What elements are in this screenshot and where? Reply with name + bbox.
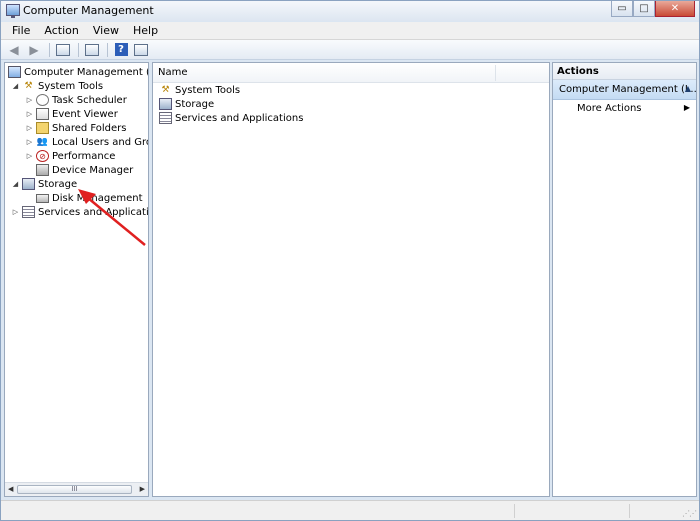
- services-icon: [159, 112, 172, 124]
- disk-icon: [36, 193, 49, 203]
- computer-icon: [8, 66, 21, 78]
- action-group-label: Computer Management (L...: [559, 84, 697, 95]
- tree-item-label: Shared Folders: [52, 122, 127, 134]
- back-arrow-icon[interactable]: ◀: [5, 42, 23, 58]
- list-item-label: System Tools: [175, 84, 241, 96]
- list-item[interactable]: Services and Applications: [157, 111, 303, 125]
- tree-item-shared-folders[interactable]: ▷ Shared Folders: [25, 121, 127, 135]
- minimize-button[interactable]: ▭: [611, 1, 633, 17]
- tree-item-label: Disk Management: [52, 192, 143, 204]
- collapse-icon[interactable]: ◢: [11, 82, 20, 90]
- toolbar-separator: [107, 42, 108, 57]
- menu-action[interactable]: Action: [37, 24, 85, 37]
- toolbar-separator: [49, 42, 50, 57]
- expand-icon[interactable]: ▷: [25, 124, 34, 132]
- show-hide-console-tree-button[interactable]: [54, 42, 72, 58]
- tree-item-label: Event Viewer: [52, 108, 118, 120]
- export-list-button[interactable]: [83, 42, 101, 58]
- tree-item-label: System Tools: [38, 80, 104, 92]
- tree-item-label: Task Scheduler: [52, 94, 127, 106]
- scroll-left-icon[interactable]: ◀: [8, 485, 13, 493]
- menu-file[interactable]: File: [5, 24, 37, 37]
- status-bar: ⋰⋰: [1, 500, 699, 520]
- tools-icon: ⚒: [161, 85, 170, 95]
- list-item[interactable]: Storage: [157, 97, 214, 111]
- expand-icon[interactable]: ▷: [25, 138, 34, 146]
- action-group-computer-management[interactable]: Computer Management (L... ▲: [553, 80, 696, 100]
- menu-view[interactable]: View: [86, 24, 126, 37]
- tree-item-task-scheduler[interactable]: ▷ Task Scheduler: [25, 93, 127, 107]
- tree-item-event-viewer[interactable]: ▷ Event Viewer: [25, 107, 118, 121]
- tree-item-services-and-applications[interactable]: ▷ Services and Applications: [11, 205, 149, 219]
- status-section: [514, 504, 515, 518]
- clock-icon: [36, 94, 49, 106]
- tree-item-label: Services and Applications: [38, 206, 149, 218]
- show-hide-action-pane-button[interactable]: [132, 42, 150, 58]
- window-controls: ▭ □ ✕: [611, 1, 695, 17]
- tree-item-performance[interactable]: ▷ ⊘ Performance: [25, 149, 115, 163]
- collapse-icon[interactable]: ◢: [11, 180, 20, 188]
- device-manager-icon: [36, 164, 49, 176]
- tree-item-label: Local Users and Groups: [52, 136, 148, 148]
- computer-management-icon: [6, 4, 20, 18]
- column-header-name[interactable]: Name: [158, 67, 188, 78]
- users-icon: 👥: [36, 137, 49, 147]
- tree-item-disk-management[interactable]: Disk Management: [34, 191, 143, 205]
- help-button[interactable]: ?: [112, 42, 130, 58]
- toolbar-separator: [78, 42, 79, 57]
- column-divider[interactable]: [495, 65, 496, 81]
- expand-icon[interactable]: ▷: [11, 208, 20, 216]
- console-tree-icon: [56, 43, 70, 56]
- toolbar: ◀ ▶ ?: [1, 40, 699, 60]
- expand-icon[interactable]: ▷: [25, 96, 34, 104]
- content-pane[interactable]: Name ⚒ System Tools Storage Services and…: [152, 62, 550, 497]
- actions-header: Actions: [553, 63, 696, 80]
- storage-icon: [159, 98, 172, 110]
- console-tree[interactable]: Computer Management (Local ◢ ⚒ System To…: [4, 62, 149, 497]
- list-item-label: Storage: [175, 98, 215, 110]
- tree-item-computer-management[interactable]: Computer Management (Local: [6, 65, 148, 79]
- expand-icon[interactable]: ▷: [25, 110, 34, 118]
- storage-icon: [22, 178, 35, 190]
- collapse-up-icon[interactable]: ▲: [685, 84, 691, 93]
- title-bar[interactable]: Computer Management ▭ □ ✕: [1, 1, 699, 21]
- status-section: [629, 504, 630, 518]
- menu-bar: File Action View Help: [1, 22, 699, 40]
- forward-arrow-icon[interactable]: ▶: [25, 42, 43, 58]
- expand-icon[interactable]: ▷: [25, 152, 34, 160]
- tree-item-storage[interactable]: ◢ Storage: [11, 177, 77, 191]
- window-title: Computer Management: [23, 4, 154, 17]
- app-window: Computer Management ▭ □ ✕ File Action Vi…: [0, 0, 700, 521]
- shared-folder-icon: [36, 122, 49, 134]
- action-pane-icon: [134, 43, 148, 56]
- list-item[interactable]: ⚒ System Tools: [157, 83, 240, 97]
- tree-item-label: Performance: [52, 150, 116, 162]
- actions-pane: Actions Computer Management (L... ▲ More…: [552, 62, 697, 497]
- more-actions-item[interactable]: More Actions: [577, 103, 642, 114]
- event-viewer-icon: [36, 108, 49, 120]
- help-icon: ?: [114, 43, 128, 56]
- close-button[interactable]: ✕: [655, 1, 695, 17]
- submenu-arrow-icon[interactable]: ▶: [684, 103, 690, 112]
- tree-item-system-tools[interactable]: ◢ ⚒ System Tools: [11, 79, 103, 93]
- performance-icon: ⊘: [36, 150, 49, 162]
- resize-grip-icon[interactable]: ⋰⋰: [682, 509, 697, 518]
- menu-help[interactable]: Help: [126, 24, 165, 37]
- tree-item-label: Storage: [38, 178, 78, 190]
- tools-icon: ⚒: [24, 81, 33, 91]
- tree-item-label: Device Manager: [52, 164, 134, 176]
- tree-item-device-manager[interactable]: Device Manager: [34, 163, 133, 177]
- maximize-button[interactable]: □: [633, 1, 655, 17]
- export-list-icon: [85, 43, 99, 56]
- tree-item-local-users[interactable]: ▷ 👥 Local Users and Groups: [25, 135, 148, 149]
- scrollbar-thumb[interactable]: III: [17, 485, 132, 494]
- tree-horizontal-scrollbar[interactable]: ◀ III ▶: [5, 482, 148, 496]
- tree-item-label: Computer Management (Local: [24, 66, 148, 78]
- list-item-label: Services and Applications: [175, 112, 304, 124]
- scroll-right-icon[interactable]: ▶: [140, 485, 145, 493]
- column-header-row: Name: [153, 63, 549, 83]
- services-icon: [22, 206, 35, 218]
